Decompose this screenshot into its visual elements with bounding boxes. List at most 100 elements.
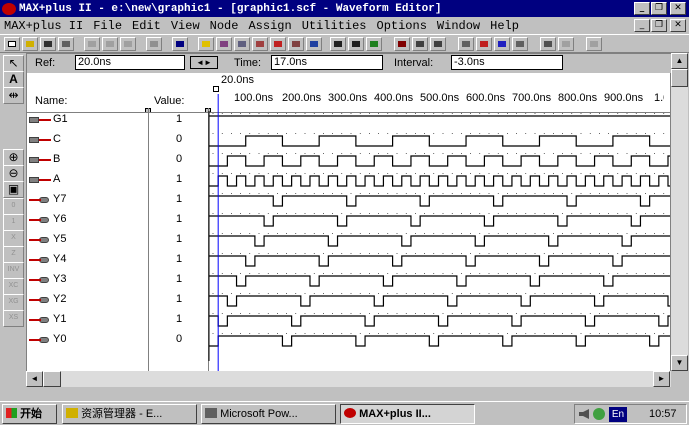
menu-node[interactable]: Node <box>205 19 244 33</box>
menu-maxplus[interactable]: MAX+plus II <box>0 19 88 33</box>
menu-assign[interactable]: Assign <box>243 19 296 33</box>
doc-close-button[interactable]: ✕ <box>670 19 686 32</box>
open-folder-icon[interactable] <box>22 37 38 51</box>
find-next-icon[interactable] <box>476 37 492 51</box>
programmer-icon[interactable] <box>306 37 322 51</box>
start-button[interactable]: 开始 <box>2 404 57 424</box>
task-powerpoint[interactable]: Microsoft Pow... <box>201 404 336 424</box>
hierarchy-display-icon[interactable] <box>216 37 232 51</box>
project-save-simulate-icon[interactable] <box>430 37 446 51</box>
system-tray: En 10:57 <box>574 404 687 424</box>
network-globe-icon[interactable] <box>593 408 605 420</box>
restore-button[interactable]: ❐ <box>651 2 667 15</box>
ungroup-nodes-icon[interactable] <box>558 37 574 51</box>
overwrite-group-icon[interactable]: XG <box>3 294 24 311</box>
menu-window[interactable]: Window <box>432 19 485 33</box>
explorer-folder-icon <box>66 408 78 418</box>
horizontal-scrollbar[interactable]: ◄ ► <box>26 371 671 387</box>
scroll-right-icon[interactable]: ► <box>653 371 670 387</box>
waveform-y2[interactable] <box>209 295 670 307</box>
project-save-compile-icon[interactable] <box>412 37 428 51</box>
zoom-fit-icon[interactable]: ⇹ <box>3 87 24 104</box>
task-powerpoint-label: Microsoft Pow... <box>220 408 298 420</box>
vertical-scroll-thumb[interactable] <box>671 69 688 87</box>
overwrite-highz-icon[interactable]: Z <box>3 246 24 263</box>
floorplan-icon[interactable] <box>234 37 250 51</box>
find-clique-icon[interactable] <box>494 37 510 51</box>
menu-edit[interactable]: Edit <box>127 19 166 33</box>
window-title: MAX+plus II - e:\new\graphic1 - [graphic… <box>19 2 442 15</box>
task-explorer[interactable]: 资源管理器 - E... <box>62 404 197 424</box>
menu-bar: MAX+plus II File Edit View Node Assign U… <box>0 17 689 34</box>
taskbar: 开始 资源管理器 - E... Microsoft Pow... MAX+plu… <box>0 401 689 425</box>
find-end-icon[interactable] <box>512 37 528 51</box>
title-bar: MAX+plus II - e:\new\graphic1 - [graphic… <box>0 0 689 17</box>
minimize-button[interactable]: _ <box>634 2 650 15</box>
waveform-c[interactable] <box>209 135 670 147</box>
waveform-y1[interactable] <box>209 315 670 327</box>
overwrite-unknown-icon[interactable]: X <box>3 230 24 247</box>
waveform-b[interactable] <box>209 155 670 167</box>
windows-logo-icon <box>6 408 17 418</box>
zoom-in-icon[interactable]: ⊕ <box>3 149 24 166</box>
waveform-y7[interactable] <box>209 195 670 207</box>
waveform-y6[interactable] <box>209 215 670 227</box>
scroll-left-icon[interactable]: ◄ <box>26 371 43 387</box>
maxplus-app-icon[interactable] <box>2 2 16 15</box>
invert-icon[interactable]: INV <box>3 262 24 279</box>
zoom-area-icon[interactable]: ▣ <box>3 181 24 198</box>
start-label: 开始 <box>20 408 43 420</box>
zoom-out-icon[interactable]: ⊖ <box>3 165 24 182</box>
powerpoint-icon <box>205 408 217 418</box>
scroll-up-icon[interactable]: ▲ <box>671 53 688 69</box>
find-node-icon[interactable] <box>458 37 474 51</box>
menu-file[interactable]: File <box>88 19 127 33</box>
new-file-icon[interactable] <box>4 37 20 51</box>
timing-analyzer-icon[interactable] <box>288 37 304 51</box>
waveform-y5[interactable] <box>209 235 670 247</box>
hierarchy-warning-icon[interactable] <box>198 37 214 51</box>
close-button[interactable]: ✕ <box>670 2 686 15</box>
menu-options[interactable]: Options <box>372 19 432 33</box>
task-maxplus[interactable]: MAX+plus II... <box>340 404 475 424</box>
vertical-scrollbar[interactable]: ▲ ▼ <box>671 53 688 371</box>
zoom-view-icon[interactable] <box>586 37 602 51</box>
doc-restore-button[interactable]: ❐ <box>651 19 667 32</box>
waveform-y0[interactable] <box>209 335 670 347</box>
overwrite-clock-icon[interactable]: XC <box>3 278 24 295</box>
menu-utilities[interactable]: Utilities <box>297 19 372 33</box>
menu-help[interactable]: Help <box>485 19 524 33</box>
scroll-down-icon[interactable]: ▼ <box>671 355 688 371</box>
waveform-a[interactable] <box>209 175 670 187</box>
horizontal-scroll-thumb[interactable] <box>43 371 61 387</box>
project-set-icon[interactable] <box>330 37 346 51</box>
paste-icon[interactable] <box>120 37 136 51</box>
context-help-icon[interactable] <box>172 37 188 51</box>
cut-icon[interactable] <box>84 37 100 51</box>
menu-view[interactable]: View <box>166 19 205 33</box>
undo-icon[interactable] <box>146 37 162 51</box>
copy-icon[interactable] <box>102 37 118 51</box>
waveform-canvas[interactable] <box>27 54 672 387</box>
save-icon[interactable] <box>40 37 56 51</box>
print-icon[interactable] <box>58 37 74 51</box>
simulator-icon[interactable] <box>270 37 286 51</box>
overwrite-low-icon[interactable]: 0 <box>3 198 24 215</box>
compiler-icon[interactable] <box>252 37 268 51</box>
waveform-tool-palette: ↖ A ⇹ ⊕ ⊖ ▣ 0 1 X Z INV XC XG XS <box>3 55 24 335</box>
input-language-indicator[interactable]: En <box>609 407 627 422</box>
waveform-y4[interactable] <box>209 255 670 267</box>
task-maxplus-label: MAX+plus II... <box>359 408 431 420</box>
waveform-y3[interactable] <box>209 275 670 287</box>
doc-minimize-button[interactable]: _ <box>634 19 650 32</box>
overwrite-sequence-icon[interactable]: XS <box>3 310 24 327</box>
text-tool-icon[interactable]: A <box>3 71 24 88</box>
toolbar <box>0 34 689 53</box>
overwrite-high-icon[interactable]: 1 <box>3 214 24 231</box>
volume-icon[interactable] <box>579 409 589 419</box>
project-tree-icon[interactable] <box>366 37 382 51</box>
project-save-check-icon[interactable] <box>394 37 410 51</box>
group-nodes-icon[interactable] <box>540 37 556 51</box>
selection-pointer-icon[interactable]: ↖ <box>3 55 24 72</box>
project-top-icon[interactable] <box>348 37 364 51</box>
